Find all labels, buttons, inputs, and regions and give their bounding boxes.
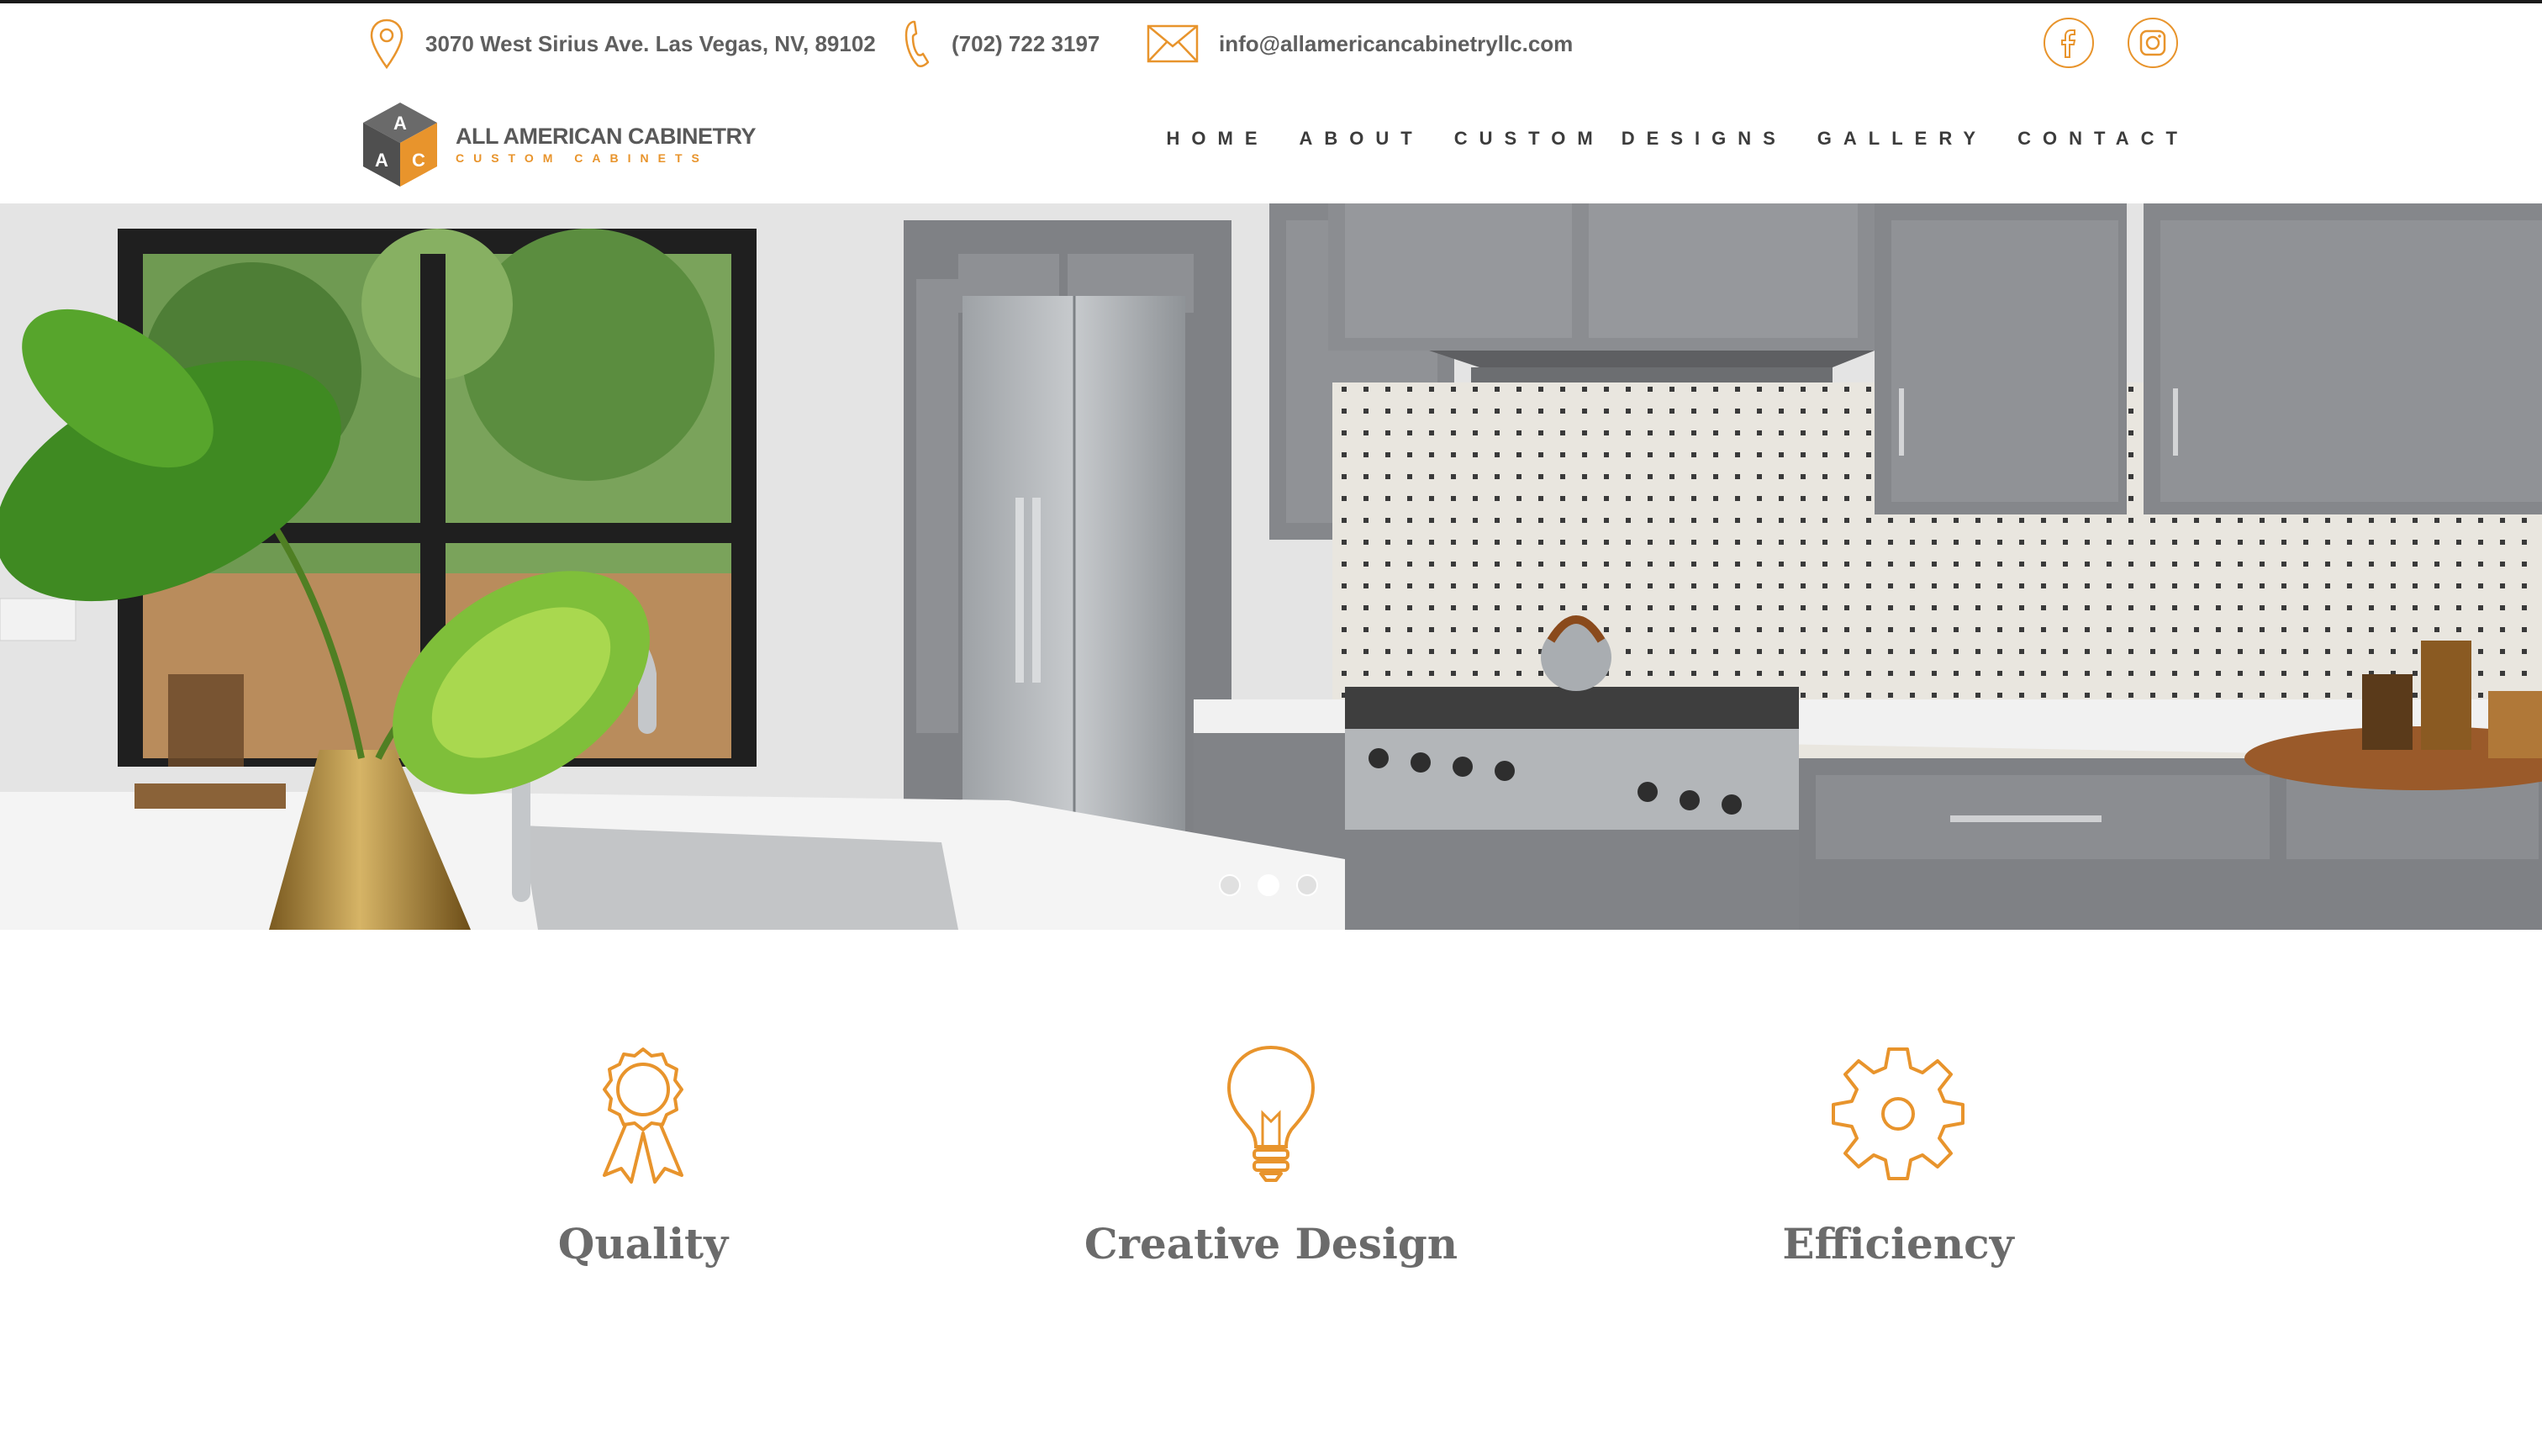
feature-efficiency-title: Efficiency	[1782, 1219, 2014, 1269]
lightbulb-icon	[1226, 1045, 1316, 1182]
svg-text:A: A	[393, 113, 407, 134]
contact-email[interactable]: info@allamericancabinetryllc.com	[1147, 15, 1573, 72]
facebook-icon[interactable]	[2043, 17, 2095, 69]
contact-address: 3070 West Sirius Ave. Las Vegas, NV, 891…	[368, 15, 876, 72]
nav-gallery[interactable]: GALLERY	[1817, 128, 1987, 150]
feature-creative-design-title: Creative Design	[1084, 1219, 1458, 1269]
main-nav: HOME ABOUT CUSTOM DESIGNS GALLERY CONTAC…	[1137, 128, 2190, 150]
award-ribbon-icon	[603, 1047, 683, 1184]
brand-name: ALL AMERICAN CABINETRY	[456, 124, 757, 149]
brand-logo[interactable]: A A C ALL AMERICAN CABINETRY CUSTOM CABI…	[361, 101, 757, 188]
slider-dot-3[interactable]	[1296, 874, 1318, 896]
gear-icon	[1832, 1047, 1965, 1180]
slider-dot-1[interactable]	[1219, 874, 1241, 896]
nav-about[interactable]: ABOUT	[1300, 128, 1424, 150]
svg-text:A: A	[375, 150, 388, 171]
nav-custom-designs[interactable]: CUSTOM DESIGNS	[1454, 128, 1787, 150]
location-pin-icon	[370, 18, 403, 70]
feature-efficiency: Efficiency	[1680, 1042, 2117, 1269]
slider-dots	[1219, 874, 1335, 896]
slider-dot-2[interactable]	[1258, 874, 1279, 896]
feature-quality: Quality	[425, 1042, 862, 1269]
top-border	[0, 0, 2542, 3]
feature-creative-design: Creative Design	[1052, 1042, 1490, 1269]
svg-text:C: C	[412, 150, 425, 171]
email-text[interactable]: info@allamericancabinetryllc.com	[1219, 31, 1573, 57]
envelope-icon	[1147, 24, 1199, 63]
feature-quality-title: Quality	[557, 1219, 729, 1269]
hero-slider-image	[0, 203, 2542, 930]
phone-icon	[904, 20, 930, 68]
address-text: 3070 West Sirius Ave. Las Vegas, NV, 891…	[425, 30, 876, 56]
contact-phone[interactable]: (702) 722 3197	[901, 15, 1100, 72]
nav-home[interactable]: HOME	[1167, 128, 1269, 150]
phone-text[interactable]: (702) 722 3197	[952, 31, 1100, 57]
brand-tagline: CUSTOM CABINETS	[456, 151, 709, 165]
logo-cube-icon: A A C	[363, 103, 437, 187]
nav-contact[interactable]: CONTACT	[2017, 128, 2189, 150]
instagram-icon[interactable]	[2127, 17, 2179, 69]
